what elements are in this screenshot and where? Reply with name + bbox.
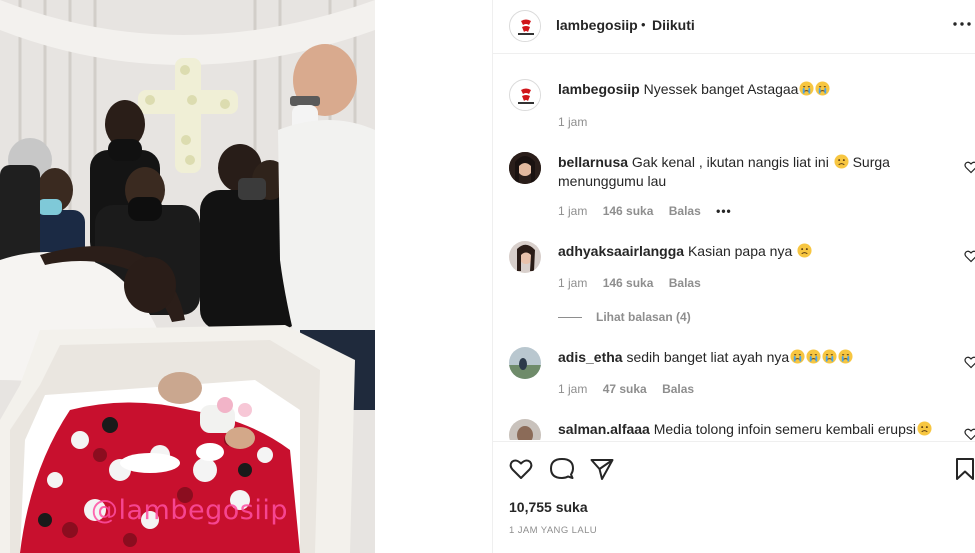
reply-button[interactable]: Balas	[669, 204, 701, 218]
comment-likes[interactable]: 146 suka	[603, 204, 654, 218]
caption-username[interactable]: lambegosiip	[558, 81, 640, 97]
comment-username[interactable]: bellarnusa	[558, 154, 628, 170]
caption-avatar[interactable]	[509, 79, 541, 111]
user-photo-icon	[509, 241, 541, 273]
view-replies-line	[558, 317, 582, 319]
media-gutter	[375, 0, 492, 553]
view-replies-button[interactable]: Lihat balasan (4)	[558, 310, 691, 324]
comment-likes[interactable]: 146 suka	[603, 276, 654, 290]
heart-outline-icon[interactable]	[508, 456, 534, 482]
comment-username[interactable]: adhyaksaairlangga	[558, 243, 684, 259]
crying-face-emoji	[815, 81, 830, 96]
comment-time[interactable]: 1 jam	[558, 276, 587, 290]
comment-text: bellarnusa Gak kenal , ikutan nangis lia…	[558, 153, 953, 191]
comment-body: sedih banget liat ayah nya	[626, 349, 790, 365]
comment-bubble-icon[interactable]	[549, 456, 575, 482]
comment-time[interactable]: 1 jam	[558, 204, 587, 218]
comment-username[interactable]: adis_etha	[558, 349, 623, 365]
more-dots-icon[interactable]	[951, 14, 973, 34]
comment-meta: 1 jam 146 suka Balas	[558, 276, 713, 290]
sad-face-emoji	[797, 243, 812, 258]
caption-text: lambegosiip Nyessek banget Astagaa	[558, 80, 953, 99]
post-header: lambegosiip • Diikuti	[493, 0, 975, 54]
comment-text: adis_etha sedih banget liat ayah nya	[558, 348, 953, 367]
post-panel: lambegosiip • Diikuti lambegosiip Nyesse…	[492, 0, 975, 553]
author-avatar[interactable]	[509, 10, 541, 42]
comment-body: Kasian papa nya	[687, 243, 793, 259]
user-photo-icon	[509, 419, 541, 440]
heart-outline-icon[interactable]	[964, 355, 975, 369]
reply-button[interactable]: Balas	[662, 382, 694, 396]
header-separator: •	[641, 17, 646, 32]
crying-face-emoji	[838, 349, 853, 364]
commenter-avatar[interactable]	[509, 419, 541, 440]
caption-time[interactable]: 1 jam	[558, 115, 587, 129]
crying-face-emoji	[790, 349, 805, 364]
view-replies-label[interactable]: Lihat balasan (4)	[596, 310, 691, 324]
comment-body: Media tolong infoin semeru kembali erups…	[653, 421, 916, 437]
sad-face-emoji	[917, 421, 932, 436]
caption-body: Nyessek banget Astagaa	[643, 81, 799, 97]
reply-button[interactable]: Balas	[669, 276, 701, 290]
crying-face-emoji	[822, 349, 837, 364]
sad-face-emoji	[834, 154, 849, 169]
media-watermark: @lambegosiip	[91, 495, 288, 526]
heart-outline-icon[interactable]	[964, 427, 975, 440]
user-photo-icon	[509, 152, 541, 184]
crying-face-emoji	[806, 349, 821, 364]
comment-options-button[interactable]: •••	[716, 204, 732, 218]
comment-meta: 1 jam 47 suka Balas	[558, 382, 706, 396]
commenter-avatar[interactable]	[509, 347, 541, 379]
post-actions: 10,755 suka 1 JAM YANG LALU	[493, 441, 975, 553]
comment-body: Gak kenal , ikutan nangis liat ini	[631, 154, 829, 170]
paper-plane-icon[interactable]	[589, 456, 615, 482]
author-username[interactable]: lambegosiip	[556, 17, 638, 33]
heart-outline-icon[interactable]	[964, 249, 975, 263]
follow-status-button[interactable]: Diikuti	[652, 17, 695, 33]
comment-text: salman.alfaaa Media tolong infoin semeru…	[558, 420, 953, 439]
commenter-avatar[interactable]	[509, 241, 541, 273]
user-photo-icon	[509, 347, 541, 379]
post-timestamp[interactable]: 1 JAM YANG LALU	[509, 525, 597, 536]
lambegosiip-logo-icon	[511, 12, 540, 41]
funeral-video-frame	[0, 0, 375, 553]
comment-username[interactable]: salman.alfaaa	[558, 421, 650, 437]
heart-outline-icon[interactable]	[964, 160, 975, 174]
comment-likes[interactable]: 47 suka	[603, 382, 647, 396]
crying-face-emoji	[799, 81, 814, 96]
comment-time[interactable]: 1 jam	[558, 382, 587, 396]
post-media[interactable]: @lambegosiip	[0, 0, 375, 553]
caption-meta: 1 jam	[558, 115, 599, 129]
comment-meta: 1 jam 146 suka Balas •••	[558, 204, 744, 218]
like-count[interactable]: 10,755 suka	[509, 499, 588, 515]
lambegosiip-logo-icon	[511, 81, 540, 110]
bookmark-icon[interactable]	[953, 456, 975, 482]
comments-list[interactable]: lambegosiip Nyessek banget Astagaa 1 jam…	[493, 55, 975, 440]
commenter-avatar[interactable]	[509, 152, 541, 184]
comment-text: adhyaksaairlangga Kasian papa nya	[558, 242, 953, 261]
